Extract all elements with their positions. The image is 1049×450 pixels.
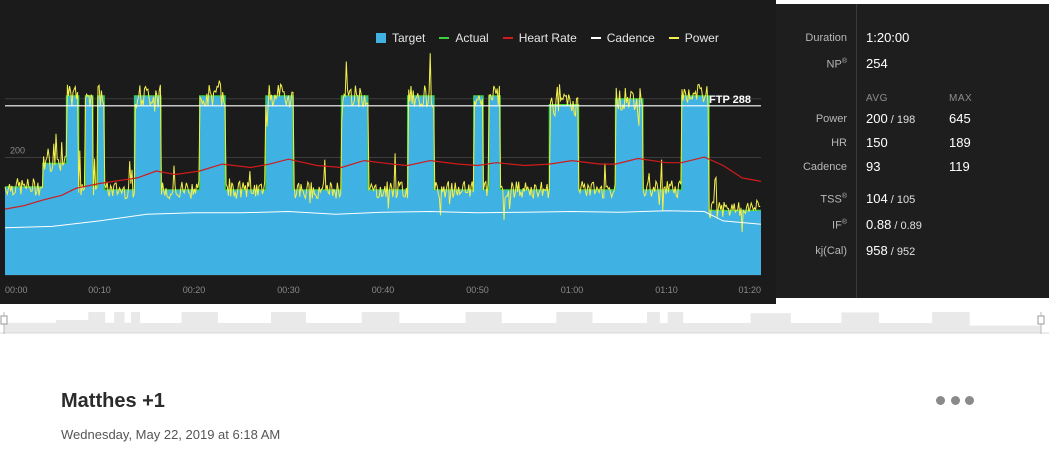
stat-label-kj: kj(Cal) — [815, 245, 847, 257]
x-tick-label: 00:20 — [183, 285, 206, 295]
x-tick-label: 00:40 — [372, 285, 395, 295]
tss-registered-mark: ® — [841, 193, 847, 200]
x-tick-label: 01:00 — [561, 285, 584, 295]
legend-label-heart-rate: Heart Rate — [518, 31, 577, 45]
kj-sub: 952 — [896, 246, 916, 258]
power-avg-value: 200 / 198 — [866, 111, 915, 126]
legend-item-actual[interactable]: Actual — [439, 31, 489, 45]
legend-item-power[interactable]: Power — [668, 31, 719, 45]
stat-label-hr: HR — [831, 137, 847, 149]
chart-legend: Target Actual Heart Rate Cadence Power — [376, 31, 733, 45]
tss-main: 104 — [866, 191, 888, 206]
tss-separator: / — [887, 194, 897, 206]
tss-label-text: TSS — [820, 193, 842, 206]
power-avg-separator: / — [887, 114, 897, 126]
legend-label-cadence: Cadence — [606, 31, 655, 45]
cadence-avg-value: 93 — [866, 159, 881, 174]
power-avg-main: 200 — [866, 111, 888, 126]
legend-swatch-power — [668, 37, 679, 39]
x-tick-label: 00:00 — [5, 285, 28, 295]
kj-value: 958 / 952 — [866, 243, 915, 258]
timeline-right-handle[interactable] — [1037, 315, 1045, 325]
timeline-overview-shape — [4, 312, 1041, 333]
legend-label-power: Power — [684, 31, 719, 45]
timeline-range-selector[interactable] — [0, 304, 1049, 338]
more-dot-icon — [936, 395, 945, 405]
more-dot-icon — [950, 395, 960, 405]
max-column-header: MAX — [949, 93, 973, 104]
stat-label-duration: Duration — [805, 32, 847, 44]
stat-label-if: IF® — [832, 219, 847, 232]
kj-main: 958 — [866, 243, 888, 258]
legend-item-target[interactable]: Target — [376, 31, 425, 45]
np-registered-mark: ® — [841, 58, 847, 65]
legend-item-cadence[interactable]: Cadence — [590, 31, 655, 45]
if-sub: 0.89 — [900, 220, 922, 232]
activity-date: Wednesday, May 22, 2019 at 6:18 AM — [61, 427, 281, 442]
activity-title: Matthes +1 — [61, 390, 165, 412]
legend-swatch-heart-rate — [502, 37, 513, 39]
x-tick-label: 00:50 — [466, 285, 489, 295]
legend-swatch-target — [376, 33, 386, 43]
stat-label-power: Power — [815, 113, 847, 125]
legend-item-heart-rate[interactable]: Heart Rate — [502, 31, 577, 45]
ftp-label: FTP 288 — [709, 94, 751, 106]
power-avg-sub: 198 — [896, 114, 916, 126]
legend-swatch-cadence — [590, 37, 601, 39]
if-registered-mark: ® — [841, 219, 847, 226]
if-value: 0.88 / 0.89 — [866, 217, 922, 232]
timeline-left-handle[interactable] — [0, 315, 8, 325]
stats-divider — [856, 4, 857, 298]
x-tick-label: 00:10 — [88, 285, 111, 295]
if-main: 0.88 — [866, 217, 892, 232]
power-max-value: 645 — [949, 111, 971, 126]
np-value: 254 — [866, 56, 888, 71]
x-tick-label: 01:10 — [655, 285, 678, 295]
stat-label-np: NP® — [827, 58, 847, 71]
x-tick-label: 01:20 — [738, 285, 761, 295]
avg-column-header: AVG — [866, 93, 888, 104]
workout-chart[interactable]: FTP 288 200 00:00 00:10 00:20 00:30 00:40 00:50… — [0, 0, 776, 304]
legend-label-target: Target — [392, 31, 426, 45]
kj-separator: / — [887, 246, 897, 258]
tss-sub: 105 — [896, 194, 916, 206]
tss-value: 104 / 105 — [866, 191, 915, 206]
np-label-text: NP — [826, 58, 842, 71]
workout-chart-panel[interactable]: FTP 288 200 00:00 00:10 00:20 00:30 00:40 00:50… — [0, 0, 776, 304]
if-label-text: IF — [832, 219, 842, 232]
stat-label-cadence: Cadence — [802, 161, 847, 173]
hr-max-value: 189 — [949, 135, 971, 150]
legend-label-actual: Actual — [455, 31, 489, 45]
more-dot-icon — [965, 395, 974, 405]
y-tick-label: 200 — [10, 146, 25, 156]
hr-avg-value: 150 — [866, 135, 888, 150]
x-tick-label: 00:30 — [277, 285, 300, 295]
legend-swatch-actual — [439, 37, 450, 39]
cadence-max-value: 119 — [949, 159, 970, 174]
duration-value: 1:20:00 — [866, 30, 910, 45]
more-options-button[interactable] — [936, 392, 974, 408]
stat-label-tss: TSS® — [820, 193, 847, 206]
